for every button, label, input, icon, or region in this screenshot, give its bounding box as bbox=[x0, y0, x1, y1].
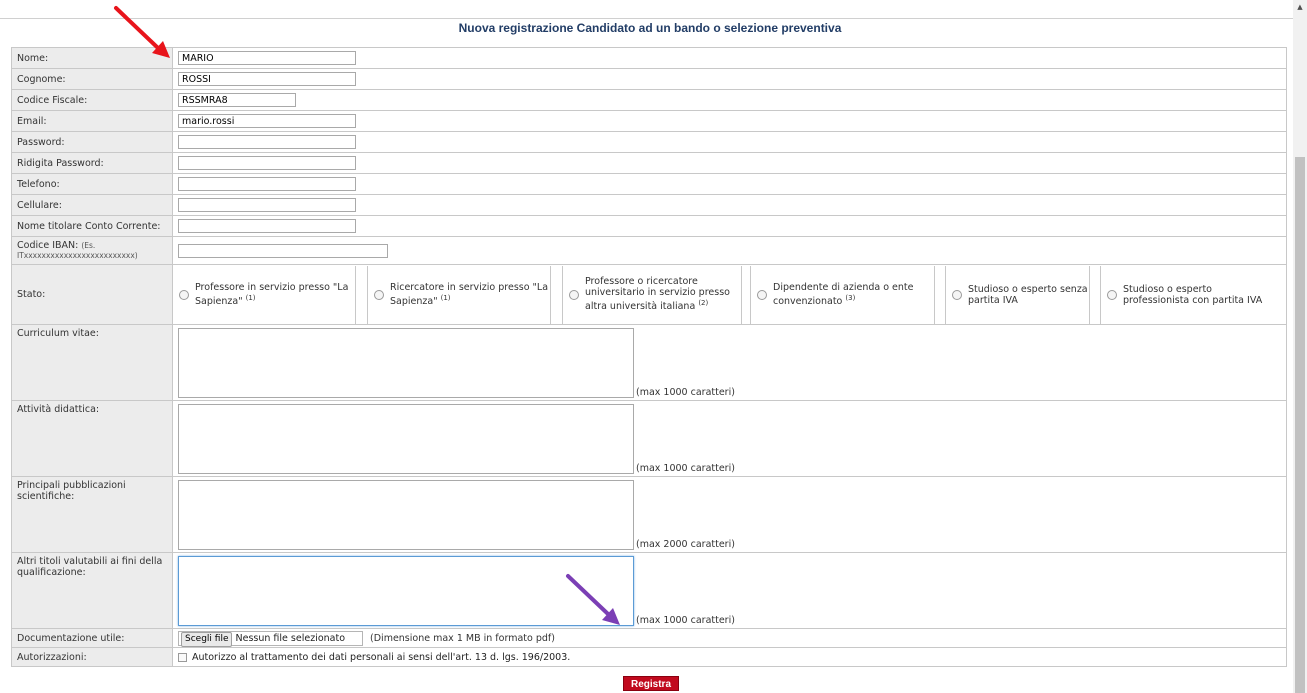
row-nome: Nome: bbox=[11, 47, 1287, 69]
scrollbar-thumb[interactable] bbox=[1295, 157, 1305, 693]
autorizzazioni-label: Autorizzazioni: bbox=[11, 647, 173, 667]
ridigita-password-input[interactable] bbox=[178, 156, 356, 170]
radio-button[interactable] bbox=[757, 289, 767, 300]
row-cognome: Cognome: bbox=[11, 68, 1287, 90]
privacy-checkbox[interactable] bbox=[178, 652, 187, 662]
radio-button[interactable] bbox=[952, 289, 962, 300]
stato-label: Stato: bbox=[11, 264, 173, 325]
cognome-label: Cognome: bbox=[11, 68, 173, 90]
scroll-up-arrow-icon[interactable]: ▲ bbox=[1293, 0, 1307, 14]
titolare-input[interactable] bbox=[178, 219, 356, 233]
file-input[interactable]: Scegli file Nessun file selezionato bbox=[178, 630, 363, 647]
altri-titoli-textarea[interactable] bbox=[178, 556, 634, 626]
stato-option-label: Studioso o esperto senza partita IVA bbox=[968, 283, 1088, 306]
radio-button[interactable] bbox=[569, 289, 579, 300]
curriculum-textarea[interactable] bbox=[178, 328, 634, 398]
stato-options: Professore in servizio presso "La Sapien… bbox=[173, 265, 1281, 324]
didattica-limit-note: (max 1000 caratteri) bbox=[636, 463, 735, 474]
cellulare-input[interactable] bbox=[178, 198, 356, 212]
password-input[interactable] bbox=[178, 135, 356, 149]
page-title: Nuova registrazione Candidato ad un band… bbox=[458, 21, 842, 35]
row-titolare: Nome titolare Conto Corrente: bbox=[11, 215, 1287, 237]
footnote-ref: (2) bbox=[698, 299, 709, 308]
curriculum-limit-note: (max 1000 caratteri) bbox=[636, 387, 735, 398]
choose-file-button[interactable]: Scegli file bbox=[181, 631, 233, 647]
nome-label: Nome: bbox=[11, 47, 173, 69]
privacy-consent-text: Autorizzo al trattamento dei dati person… bbox=[192, 651, 571, 663]
file-status: Nessun file selezionato bbox=[235, 632, 346, 644]
stato-option[interactable]: Ricercatore in servizio presso "La Sapie… bbox=[368, 265, 563, 324]
didattica-textarea[interactable] bbox=[178, 404, 634, 474]
iban-input[interactable] bbox=[178, 243, 388, 258]
altri-titoli-limit-note: (max 1000 caratteri) bbox=[636, 615, 735, 626]
file-size-info: (Dimensione max 1 MB in formato pdf) bbox=[370, 632, 555, 644]
radio-button[interactable] bbox=[1107, 289, 1117, 300]
row-iban: Codice IBAN: (Es. ITxxxxxxxxxxxxxxxxxxxx… bbox=[11, 236, 1287, 265]
stato-option[interactable]: Professore in servizio presso "La Sapien… bbox=[173, 265, 368, 324]
stato-option[interactable]: Dipendente di azienda o ente convenziona… bbox=[751, 265, 946, 324]
email-input[interactable] bbox=[178, 114, 356, 128]
documentazione-label: Documentazione utile: bbox=[11, 628, 173, 648]
row-email: Email: bbox=[11, 110, 1287, 132]
password-label: Password: bbox=[11, 131, 173, 153]
stato-option-label: Ricercatore in servizio presso "La Sapie… bbox=[390, 281, 549, 308]
footnote-ref: (1) bbox=[440, 293, 451, 302]
row-documentazione: Documentazione utile: Scegli file Nessun… bbox=[11, 628, 1287, 648]
stato-option[interactable]: Studioso o esperto professionista con pa… bbox=[1101, 266, 1281, 324]
vertical-scrollbar[interactable]: ▲ bbox=[1293, 0, 1307, 693]
codice-fiscale-label: Codice Fiscale: bbox=[11, 89, 173, 111]
row-pubblicazioni: Principali pubblicazioni scientifiche: (… bbox=[11, 476, 1287, 553]
cellulare-label: Cellulare: bbox=[11, 194, 173, 216]
nome-input[interactable] bbox=[178, 51, 356, 65]
registration-form: Nome: Cognome: Codice Fiscale: Email: Pa… bbox=[11, 47, 1287, 667]
email-label: Email: bbox=[11, 110, 173, 132]
curriculum-label: Curriculum vitae: bbox=[11, 324, 173, 401]
pubblicazioni-label: Principali pubblicazioni scientifiche: bbox=[11, 476, 173, 553]
row-autorizzazioni: Autorizzazioni: Autorizzo al trattamento… bbox=[11, 647, 1287, 667]
row-ridigita-password: Ridigita Password: bbox=[11, 152, 1287, 174]
row-stato: Stato: Professore in servizio presso "La… bbox=[11, 264, 1287, 325]
pubblicazioni-textarea[interactable] bbox=[178, 480, 634, 550]
telefono-input[interactable] bbox=[178, 177, 356, 191]
top-divider bbox=[0, 18, 1293, 19]
codice-fiscale-input[interactable] bbox=[178, 93, 296, 107]
footnote-ref: (1) bbox=[245, 293, 256, 302]
stato-option[interactable]: Professore o ricercatore universitario i… bbox=[563, 265, 751, 324]
telefono-label: Telefono: bbox=[11, 173, 173, 195]
row-curriculum: Curriculum vitae: (max 1000 caratteri) bbox=[11, 324, 1287, 401]
stato-option-label: Dipendente di azienda o ente convenziona… bbox=[773, 281, 914, 308]
row-didattica: Attività didattica: (max 1000 caratteri) bbox=[11, 400, 1287, 477]
stato-option-label: Studioso o esperto professionista con pa… bbox=[1123, 283, 1263, 306]
cognome-input[interactable] bbox=[178, 72, 356, 86]
ridigita-password-label: Ridigita Password: bbox=[11, 152, 173, 174]
row-cellulare: Cellulare: bbox=[11, 194, 1287, 216]
titolare-label: Nome titolare Conto Corrente: bbox=[11, 215, 173, 237]
stato-option-label: Professore in servizio presso "La Sapien… bbox=[195, 281, 349, 308]
radio-button[interactable] bbox=[179, 289, 189, 300]
footnote-ref: (3) bbox=[845, 293, 856, 302]
row-password: Password: bbox=[11, 131, 1287, 153]
didattica-label: Attività didattica: bbox=[11, 400, 173, 477]
altri-titoli-label: Altri titoli valutabili ai fini della qu… bbox=[11, 552, 173, 629]
pubblicazioni-limit-note: (max 2000 caratteri) bbox=[636, 539, 735, 550]
iban-label: Codice IBAN: bbox=[17, 239, 79, 251]
stato-option[interactable]: Studioso o esperto senza partita IVA bbox=[946, 265, 1101, 324]
radio-button[interactable] bbox=[374, 289, 384, 300]
row-telefono: Telefono: bbox=[11, 173, 1287, 195]
registra-button[interactable]: Registra bbox=[623, 676, 679, 691]
row-altri-titoli: Altri titoli valutabili ai fini della qu… bbox=[11, 552, 1287, 629]
row-codice-fiscale: Codice Fiscale: bbox=[11, 89, 1287, 111]
